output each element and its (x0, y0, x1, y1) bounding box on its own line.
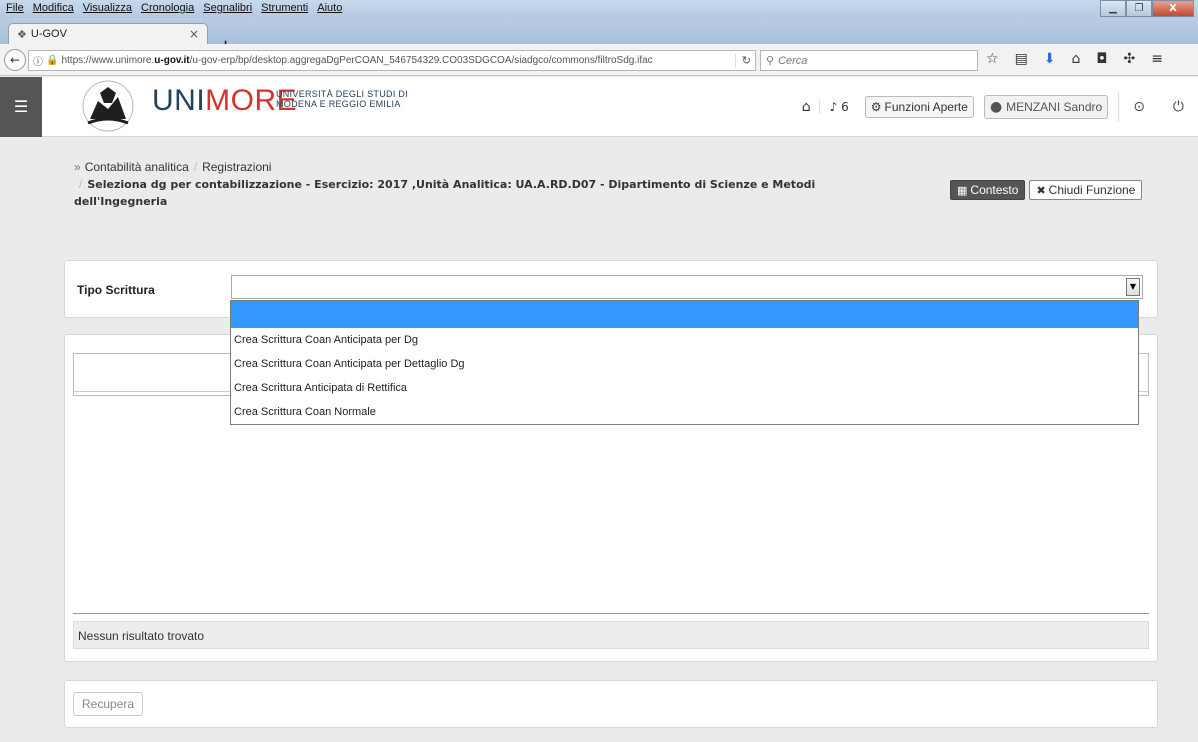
menu-bar: File Modifica Visualizza Cronologia Segn… (6, 2, 342, 14)
notifications-button[interactable]: ♪ 6 (818, 100, 859, 114)
url-text: https://www.unimore.u-gov.it/u-gov-erp/b… (61, 55, 653, 66)
table-bottom-divider (73, 613, 1149, 614)
dropdown-option[interactable]: Crea Scrittura Anticipata di Rettifica (231, 376, 1138, 400)
tipo-scrittura-label: Tipo Scrittura (77, 283, 155, 297)
breadcrumb-chevron-icon: » (74, 160, 81, 174)
breadcrumb-item-contabilita[interactable]: Contabilità analitica (85, 160, 189, 174)
home-icon[interactable]: ⌂ (794, 99, 819, 115)
lock-icon: 🔒 (46, 55, 59, 66)
minimize-button[interactable]: ▁ (1100, 0, 1126, 17)
menu-aiuto[interactable]: Aiuto (317, 2, 342, 14)
actions-panel: Recupera (64, 680, 1158, 728)
pocket-icon[interactable]: ◘ (1096, 51, 1107, 67)
gear-icon: ⚙ (870, 100, 882, 114)
header-actions: ⌂ ♪ 6 ⚙ Funzioni Aperte ● MENZANI Sandro… (794, 77, 1198, 137)
app-header: ☰ UNIMORE UNIVERSITÀ DEGLI STUDI DI MODE… (0, 77, 1198, 137)
menu-modifica[interactable]: Modifica (33, 2, 74, 14)
dropdown-option[interactable]: Crea Scrittura Coan Normale (231, 400, 1138, 424)
menu-visualizza[interactable]: Visualizza (83, 2, 132, 14)
chevron-down-icon[interactable]: ▼ (1126, 278, 1140, 296)
page-title: Seleziona dg per contabilizzazione - Ese… (74, 178, 816, 208)
address-bar[interactable]: ⓘ 🔒 https://www.unimore.u-gov.it/u-gov-e… (28, 50, 756, 71)
window-controls: ▁ ❐ X (1100, 0, 1194, 17)
extension-icon[interactable]: ✣ (1124, 51, 1136, 67)
university-seal-logo (82, 80, 134, 132)
search-icon: ⚲ (766, 54, 775, 67)
maximize-button[interactable]: ❐ (1126, 0, 1152, 17)
recupera-button[interactable]: Recupera (73, 692, 144, 716)
sidebar-menu-icon[interactable]: ☰ (0, 77, 42, 137)
dropdown-option[interactable]: Crea Scrittura Coan Anticipata per Detta… (231, 352, 1138, 376)
empty-results-message: Nessun risultato trovato (73, 621, 1149, 649)
chiudi-funzione-button[interactable]: ✖ Chiudi Funzione (1029, 180, 1143, 200)
dropdown-option-empty[interactable] (231, 301, 1138, 328)
search-placeholder: Cerca (778, 54, 808, 67)
ugov-favicon-icon: ❖ (17, 27, 27, 41)
bookmark-star-icon[interactable]: ☆ (986, 51, 999, 67)
menu-file[interactable]: File (6, 2, 24, 14)
menu-segnalibri[interactable]: Segnalibri (203, 2, 252, 14)
tab-title: U-GOV (30, 28, 67, 40)
funzioni-aperte-button[interactable]: ⚙ Funzioni Aperte (864, 96, 974, 118)
search-input[interactable]: ⚲ Cerca (760, 50, 978, 71)
power-icon[interactable]: ⏻ (1159, 99, 1198, 115)
context-buttons: ▦ Contesto ✖ Chiudi Funzione (950, 180, 1143, 200)
tab-close-icon[interactable]: × (189, 27, 199, 41)
tipo-scrittura-dropdown-list: Crea Scrittura Coan Anticipata per Dg Cr… (230, 300, 1139, 425)
info-icon[interactable]: ⓘ (33, 53, 43, 68)
tipo-scrittura-select[interactable]: ▼ (231, 275, 1143, 299)
dropdown-option[interactable]: Crea Scrittura Coan Anticipata per Dg (231, 328, 1138, 352)
reload-icon[interactable]: ↻ (734, 54, 751, 67)
bell-icon: ♪ (829, 100, 838, 114)
hamburger-menu-icon[interactable]: ≡ (1151, 51, 1163, 67)
tab-strip: ❖ U-GOV × + (0, 18, 1198, 57)
download-icon[interactable]: ⬇ (1044, 51, 1056, 67)
window-close-button[interactable]: X (1152, 0, 1194, 17)
window-titlebar: File Modifica Visualizza Cronologia Segn… (0, 0, 1198, 18)
back-arrow-icon[interactable]: ← (4, 49, 26, 71)
user-icon: ● (989, 99, 1003, 115)
toolbar-icons: ☆ ▤ ⬇ ⌂ ◘ ✣ ≡ (986, 51, 1163, 67)
qr-grid-icon: ▦ (957, 183, 968, 197)
reading-list-icon[interactable]: ▤ (1015, 51, 1028, 67)
browser-tab[interactable]: ❖ U-GOV × (8, 23, 208, 44)
menu-strumenti[interactable]: Strumenti (261, 2, 308, 14)
breadcrumb: » Contabilità analitica / Registrazioni / Se… (74, 160, 816, 208)
logo-subtitle: UNIVERSITÀ DEGLI STUDI DI MODENA E REGGI… (276, 89, 409, 109)
close-icon: ✖ (1036, 183, 1046, 197)
menu-cronologia[interactable]: Cronologia (141, 2, 194, 14)
navigation-bar: ← ⓘ 🔒 https://www.unimore.u-gov.it/u-gov… (0, 44, 1198, 76)
notifications-count: 6 (841, 100, 849, 114)
contesto-button[interactable]: ▦ Contesto (950, 180, 1026, 200)
home-icon[interactable]: ⌂ (1072, 51, 1081, 67)
settings-icon[interactable]: ⊙ (1119, 99, 1159, 115)
user-menu-button[interactable]: ● MENZANI Sandro (983, 95, 1109, 119)
breadcrumb-item-registrazioni[interactable]: Registrazioni (202, 160, 271, 174)
